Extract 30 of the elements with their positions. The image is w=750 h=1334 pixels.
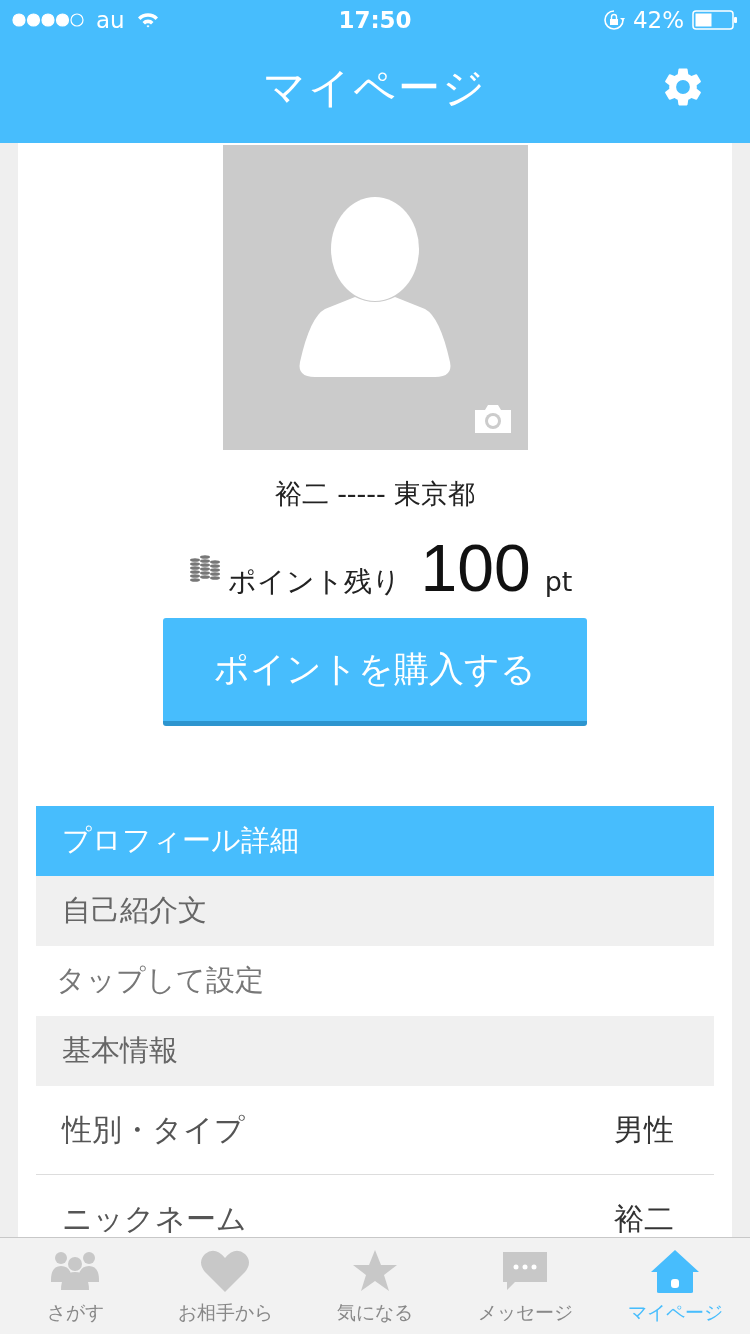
subsection-header: 自己紹介文: [36, 876, 714, 946]
subsection-header: 基本情報: [36, 1016, 714, 1086]
section-header: プロフィール詳細: [36, 806, 714, 876]
tab-item[interactable]: お相手から: [150, 1238, 300, 1334]
clock-time: 17:50: [338, 7, 412, 33]
carrier-label: au: [96, 7, 125, 33]
avatar-placeholder[interactable]: [222, 145, 528, 450]
points-unit: pt: [544, 566, 573, 597]
battery-percent: 42%: [632, 7, 684, 33]
home-icon: [649, 1248, 701, 1294]
tab-item[interactable]: メッセージ: [450, 1238, 600, 1334]
buy-points-button[interactable]: ポイントを購入する: [163, 618, 587, 726]
tab-item[interactable]: 気になる: [300, 1238, 450, 1334]
wifi-icon: [136, 12, 159, 28]
field-value: 裕二: [614, 1199, 674, 1238]
points-value: 100: [420, 530, 531, 606]
field-label: ニックネーム: [62, 1199, 247, 1238]
tab-item[interactable]: マイページ: [600, 1238, 750, 1334]
profile-name-location: 裕二 ----- 東京都: [274, 477, 476, 511]
rotation-lock-icon: [602, 9, 625, 31]
camera-icon[interactable]: [472, 404, 513, 434]
heart-icon: [199, 1248, 251, 1294]
signal-icon: [12, 13, 84, 27]
coins-icon: [189, 554, 222, 582]
field-label: 性別・タイプ: [62, 1110, 245, 1149]
battery-icon: [692, 10, 738, 30]
field-value: 男性: [614, 1110, 674, 1149]
tab-item[interactable]: さがす: [0, 1238, 150, 1334]
page-title: マイページ: [263, 61, 487, 114]
points-label: ポイント残り: [227, 564, 401, 600]
